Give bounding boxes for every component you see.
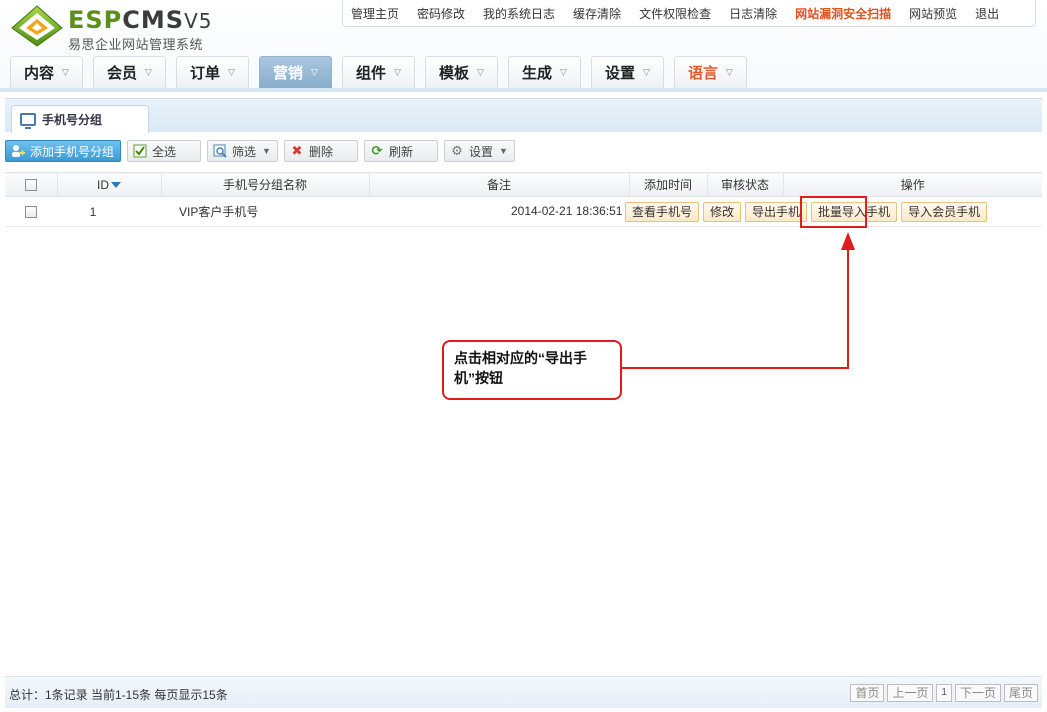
chevron-down-icon: ▽ <box>145 67 152 77</box>
topnav-preview[interactable]: 网站预览 <box>909 5 957 22</box>
chevron-down-icon: ▽ <box>228 67 235 77</box>
gear-icon: ⚙ <box>451 143 463 158</box>
topnav-my-log[interactable]: 我的系统日志 <box>483 5 555 22</box>
add-group-label: 添加手机号分组 <box>30 144 115 159</box>
header-time: 添加时间 <box>629 172 708 197</box>
toolbar: 添加手机号分组 全选 筛选 ▼ ✖ 删除 ⟳ 刷新 ⚙ 设置 ▼ <box>5 138 521 164</box>
filter-button[interactable]: 筛选 ▼ <box>207 140 278 162</box>
pagination: 首页 上一页 1 下一页 尾页 <box>847 684 1038 702</box>
header-id[interactable]: ID <box>57 172 162 197</box>
chevron-down-icon: ▽ <box>394 67 401 77</box>
delete-icon: ✖ <box>291 143 303 158</box>
header-id-label: ID <box>97 177 109 192</box>
last-page-button[interactable]: 尾页 <box>1003 684 1038 702</box>
topnav-clear-log[interactable]: 日志清除 <box>729 5 777 22</box>
row-name: VIP客户手机号 <box>161 196 369 227</box>
topnav-file-permission[interactable]: 文件权限检查 <box>639 5 711 22</box>
settings-button[interactable]: ⚙ 设置 ▼ <box>443 140 515 162</box>
header-actions: 操作 <box>783 172 1042 197</box>
record-summary: 总计：1条记录 当前1-15条 每页显示15条 <box>9 688 228 702</box>
main-nav: 内容 ▽ 会员 ▽ 订单 ▽ 营销 ▽ 组件 ▽ 模板 ▽ 生成 ▽ 设置 ▽ 语言 ▽ <box>10 56 757 88</box>
chevron-down-icon: ▽ <box>560 67 567 77</box>
table-header: ID 手机号分组名称 备注 添加时间 审核状态 操作 <box>5 172 1042 197</box>
refresh-icon: ⟳ <box>371 143 383 158</box>
topnav-home[interactable]: 管理主页 <box>351 5 399 22</box>
header-remark: 备注 <box>369 172 630 197</box>
tab-components[interactable]: 组件 ▽ <box>342 56 415 88</box>
panel-tab-label: 手机号分组 <box>42 113 103 127</box>
import-member-phones-button[interactable]: 导入会员手机 <box>901 201 988 222</box>
panel-tab-mobile-groups[interactable]: 手机号分组 <box>11 105 149 133</box>
tab-order[interactable]: 订单 ▽ <box>176 56 249 88</box>
refresh-button[interactable]: ⟳ 刷新 <box>363 140 438 162</box>
delete-button[interactable]: ✖ 删除 <box>283 140 358 162</box>
tab-generate[interactable]: 生成 ▽ <box>508 56 581 88</box>
tab-content[interactable]: 内容 ▽ <box>10 56 83 88</box>
topnav-clear-cache[interactable]: 缓存清除 <box>573 5 621 22</box>
select-all-checkbox[interactable] <box>24 179 37 192</box>
delete-label: 删除 <box>308 144 333 159</box>
tab-settings[interactable]: 设置 ▽ <box>591 56 664 88</box>
highlight-box <box>800 196 867 228</box>
header-name: 手机号分组名称 <box>161 172 370 197</box>
add-user-icon <box>10 143 26 159</box>
prev-page-button[interactable]: 上一页 <box>887 684 934 702</box>
select-all-icon <box>132 143 148 159</box>
view-phones-button[interactable]: 查看手机号 <box>625 201 700 222</box>
logo-wordmark: ESPCMSV5 <box>68 6 213 34</box>
nav-divider <box>0 88 1047 92</box>
first-page-button[interactable]: 首页 <box>850 684 885 702</box>
row-checkbox[interactable] <box>25 206 37 219</box>
refresh-label: 刷新 <box>388 144 413 159</box>
chevron-down-icon: ▽ <box>643 67 650 77</box>
select-all-button[interactable]: 全选 <box>127 140 202 162</box>
topnav-password[interactable]: 密码修改 <box>417 5 465 22</box>
tab-marketing[interactable]: 营销 ▽ <box>259 56 332 88</box>
footer: 总计：1条记录 当前1-15条 每页显示15条 首页 上一页 1 下一页 尾页 <box>5 676 1042 708</box>
select-all-label: 全选 <box>152 144 177 159</box>
topnav-security-scan[interactable]: 网站漏洞安全扫描 <box>795 5 891 22</box>
header: ESPCMSV5 易思企业网站管理系统 管理主页 密码修改 我的系统日志 缓存清… <box>0 0 1047 90</box>
filter-label: 筛选 <box>232 144 257 159</box>
top-nav: 管理主页 密码修改 我的系统日志 缓存清除 文件权限检查 日志清除 网站漏洞安全… <box>342 1 1036 27</box>
filter-icon <box>212 143 228 159</box>
group-table: ID 手机号分组名称 备注 添加时间 审核状态 操作 1 VIP客户手机号 20… <box>5 172 1042 227</box>
topnav-logout[interactable]: 退出 <box>975 5 999 22</box>
row-time: 2014-02-21 18:36:51 <box>511 204 623 219</box>
page-number[interactable]: 1 <box>936 684 952 702</box>
chevron-down-icon: ▽ <box>62 67 69 77</box>
export-phones-button[interactable]: 导出手机 <box>745 201 808 222</box>
panel-tabbar: 手机号分组 <box>5 98 1042 133</box>
tab-language[interactable]: 语言 ▽ <box>674 56 747 88</box>
logo[interactable]: ESPCMSV5 易思企业网站管理系统 <box>10 4 240 52</box>
logo-subtitle: 易思企业网站管理系统 <box>68 37 204 52</box>
annotation-callout: 点击相对应的“导出手机”按钮 <box>442 340 622 400</box>
chevron-down-icon: ▽ <box>726 67 733 77</box>
chevron-down-icon: ▽ <box>311 67 318 77</box>
row-select <box>5 196 57 227</box>
header-select[interactable] <box>5 172 58 197</box>
chevron-down-icon: ▼ <box>262 146 271 156</box>
chevron-down-icon: ▼ <box>498 146 508 156</box>
row-id: 1 <box>57 196 161 227</box>
sort-desc-icon <box>111 182 121 189</box>
header-status: 审核状态 <box>707 172 784 197</box>
settings-label: 设置 <box>468 144 493 159</box>
monitor-icon <box>20 113 36 129</box>
logo-icon <box>11 5 63 47</box>
chevron-down-icon: ▽ <box>477 67 484 77</box>
tab-template[interactable]: 模板 ▽ <box>425 56 498 88</box>
add-group-button[interactable]: 添加手机号分组 <box>5 140 122 162</box>
next-page-button[interactable]: 下一页 <box>954 684 1001 702</box>
tab-member[interactable]: 会员 ▽ <box>93 56 166 88</box>
table-row: 1 VIP客户手机号 2014-02-21 18:36:51 查看手机号 修改 导出… <box>5 196 1042 227</box>
edit-button[interactable]: 修改 <box>703 201 742 222</box>
